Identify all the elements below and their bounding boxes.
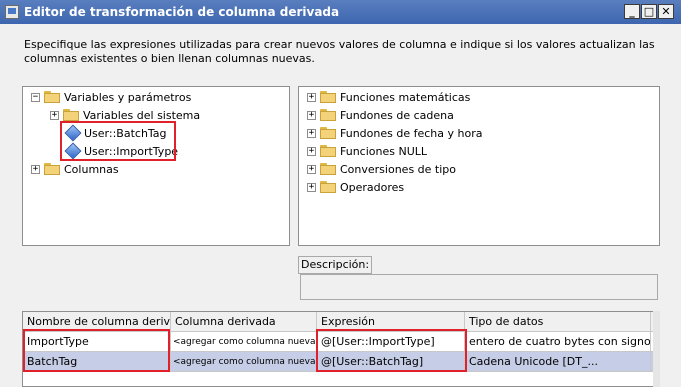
tree-item-label: Funciones matemáticas bbox=[340, 90, 471, 104]
folder-icon bbox=[320, 91, 336, 103]
grid-vertical-scrollbar[interactable] bbox=[653, 311, 660, 387]
cell-derived-column[interactable]: <agregar como columna nueva> bbox=[171, 332, 317, 352]
description-label: Descripción: bbox=[298, 256, 373, 274]
instructions-text: Especifique las expresiones utilizadas p… bbox=[24, 38, 655, 65]
tree-item-label: Conversiones de tipo bbox=[340, 162, 456, 176]
variables-columns-tree[interactable]: − Variables y parámetros + Variables del… bbox=[22, 86, 290, 246]
tree-item-datetime-functions[interactable]: + Fundones de fecha y hora bbox=[307, 124, 482, 142]
cell-data-type[interactable]: entero de cuatro bytes con signo... bbox=[465, 332, 651, 352]
tree-item-string-functions[interactable]: + Fundones de cadena bbox=[307, 106, 454, 124]
minimize-button[interactable]: _ bbox=[624, 4, 640, 19]
tree-item-label: Columnas bbox=[64, 162, 119, 176]
expand-icon[interactable]: + bbox=[307, 92, 316, 102]
window-titlebar: Editor de transformación de columna deri… bbox=[0, 0, 681, 24]
tree-item-label: Variables del sistema bbox=[83, 108, 201, 122]
folder-icon bbox=[63, 109, 79, 121]
close-button[interactable]: ✕ bbox=[658, 4, 674, 19]
folder-icon bbox=[320, 163, 336, 175]
tree-item-label: Fundones de cadena bbox=[340, 108, 454, 122]
window-title: Editor de transformación de columna deri… bbox=[24, 5, 340, 19]
expand-icon[interactable]: + bbox=[307, 164, 316, 174]
highlight-expression-column-box bbox=[316, 329, 467, 372]
highlight-variables-box bbox=[60, 121, 176, 161]
tree-item-label: Operadores bbox=[340, 180, 405, 194]
column-header-derived-column[interactable]: Columna derivada bbox=[171, 312, 317, 332]
functions-tree[interactable]: + Funciones matemáticas + Fundones de ca… bbox=[298, 86, 660, 246]
description-box bbox=[300, 274, 658, 300]
app-icon bbox=[5, 5, 19, 19]
expand-icon[interactable]: + bbox=[50, 110, 59, 120]
folder-icon bbox=[320, 181, 336, 193]
maximize-button[interactable]: □ bbox=[641, 4, 657, 19]
tree-item-null-functions[interactable]: + Funciones NULL bbox=[307, 142, 427, 160]
tree-item-columns[interactable]: + Columnas bbox=[31, 160, 119, 178]
folder-icon bbox=[320, 127, 336, 139]
tree-item-label: Fundones de fecha y hora bbox=[340, 126, 483, 140]
tree-item-variables[interactable]: − Variables y parámetros bbox=[31, 88, 191, 106]
expand-icon[interactable]: + bbox=[31, 164, 40, 174]
folder-icon bbox=[320, 109, 336, 121]
tree-item-label: Funciones NULL bbox=[340, 144, 428, 158]
expand-icon[interactable]: + bbox=[307, 146, 316, 156]
cell-data-type[interactable]: Cadena Unicode [DT_... bbox=[465, 352, 651, 372]
tree-item-type-casts[interactable]: + Conversiones de tipo bbox=[307, 160, 456, 178]
collapse-icon[interactable]: − bbox=[31, 92, 40, 102]
tree-item-operators[interactable]: + Operadores bbox=[307, 178, 404, 196]
folder-icon bbox=[44, 91, 60, 103]
cell-derived-column[interactable]: <agregar como columna nueva> bbox=[171, 352, 317, 372]
folder-icon bbox=[320, 145, 336, 157]
tree-item-label: Variables y parámetros bbox=[64, 90, 192, 104]
folder-icon bbox=[44, 163, 60, 175]
expand-icon[interactable]: + bbox=[307, 110, 316, 120]
column-header-data-type[interactable]: Tipo de datos bbox=[465, 312, 651, 332]
expand-icon[interactable]: + bbox=[307, 128, 316, 138]
tree-item-math-functions[interactable]: + Funciones matemáticas bbox=[307, 88, 470, 106]
expand-icon[interactable]: + bbox=[307, 182, 316, 192]
highlight-name-column-box bbox=[23, 329, 170, 372]
